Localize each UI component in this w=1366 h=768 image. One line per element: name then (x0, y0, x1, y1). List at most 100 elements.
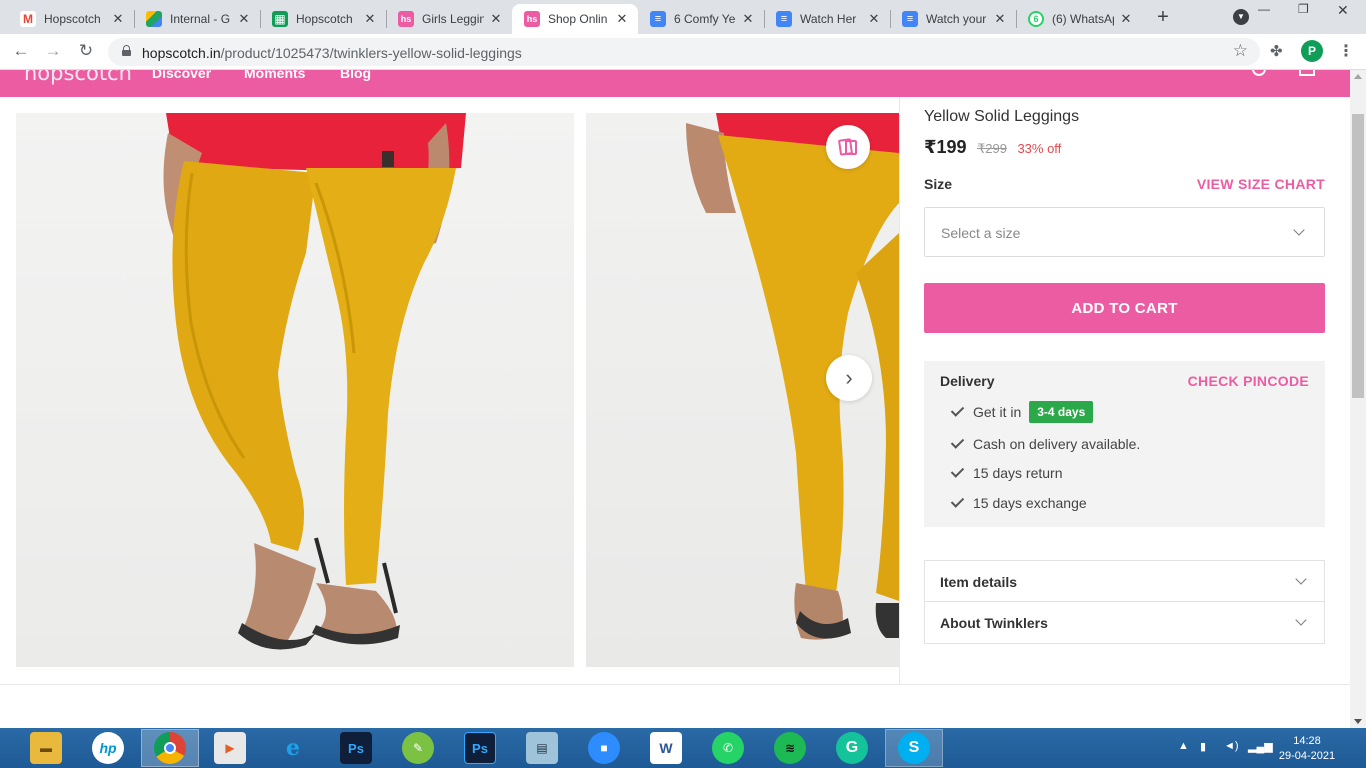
tab-8[interactable]: ≡ Watch your ✕ (882, 4, 1016, 34)
delivery-feature-row: 15 days return (950, 464, 1063, 481)
windows-taskbar: ▬ hp ▶ e Ps ✎ Ps ▤ ■ W ✆ ≋ G S ▲ ▮ ◄) ▂▄… (0, 728, 1366, 768)
accordion-item-details[interactable]: Item details (925, 561, 1324, 602)
product-title: Yellow Solid Leggings (924, 108, 1080, 125)
delivery-days-badge: 3-4 days (1029, 401, 1094, 423)
tab-label: Internal - G (170, 12, 231, 26)
zoom-icon[interactable]: ■ (588, 732, 620, 764)
url-path: /product/1025473/twinklers-yellow-solid-… (220, 45, 522, 61)
scroll-up-arrow-icon[interactable] (1354, 74, 1362, 79)
green-app-icon[interactable]: ✎ (402, 732, 434, 764)
google-drive-icon (146, 11, 162, 27)
url-text[interactable]: hopscotch.in/product/1025473/twinklers-y… (142, 45, 522, 61)
check-icon (950, 464, 965, 478)
internet-explorer-icon[interactable]: e (277, 732, 309, 764)
minimize-button[interactable]: — (1258, 2, 1270, 16)
tab-9[interactable]: 6 (6) WhatsAp ✕ (1008, 4, 1142, 34)
word-icon[interactable]: W (650, 732, 682, 764)
close-window-button[interactable]: ✕ (1337, 2, 1349, 19)
nav-moments[interactable]: Moments (244, 70, 305, 81)
close-tab-icon[interactable]: ✕ (362, 11, 378, 27)
divider (899, 97, 900, 685)
tab-4[interactable]: hs Girls Leggin ✕ (378, 4, 512, 34)
network-icon[interactable]: ▂▄▆ (1248, 740, 1273, 753)
search-icon[interactable] (1252, 70, 1266, 76)
original-price: ₹299 (977, 141, 1007, 156)
tab-7[interactable]: ≡ Watch Her ✕ (756, 4, 890, 34)
show-hidden-icons[interactable]: ▲ (1178, 740, 1189, 752)
delivery-feature-label: Cash on delivery available. (973, 436, 1141, 452)
tab-5-active[interactable]: hs Shop Onlin ✕ (512, 4, 638, 34)
extensions-icon[interactable]: ✤ (1270, 42, 1283, 60)
skype-icon[interactable]: S (898, 732, 930, 764)
tab-search-icon[interactable]: ▼ (1233, 9, 1249, 25)
nav-discover[interactable]: Discover (152, 70, 211, 81)
check-icon (950, 494, 965, 508)
accordion-label: Item details (940, 574, 1018, 590)
add-to-cart-button[interactable]: ADD TO CART (924, 283, 1325, 333)
close-tab-icon[interactable]: ✕ (740, 11, 756, 27)
address-bar[interactable]: hopscotch.in/product/1025473/twinklers-y… (108, 38, 1260, 66)
url-domain: hopscotch.in (142, 45, 221, 61)
tab-1[interactable]: M Hopscotch ✕ (0, 4, 134, 34)
tab-2[interactable]: Internal - G ✕ (126, 4, 260, 34)
hopscotch-icon: hs (524, 11, 540, 27)
close-tab-icon[interactable]: ✕ (1118, 11, 1134, 27)
next-image-button[interactable]: › (826, 355, 872, 401)
delivery-feature-row: Cash on delivery available. (950, 435, 1141, 452)
battery-icon[interactable]: ▮ (1200, 740, 1206, 753)
get-it-in-label: Get it in (973, 404, 1022, 420)
system-clock[interactable]: 14:28 29-04-2021 (1275, 734, 1339, 764)
hp-icon[interactable]: hp (92, 732, 124, 764)
tab-6[interactable]: ≡ 6 Comfy Ye ✕ (630, 4, 764, 34)
scroll-down-arrow-icon[interactable] (1354, 719, 1362, 724)
browser-tab-strip: M Hopscotch ✕ Internal - G ✕ ▦ Hopscotch… (0, 0, 1366, 34)
site-logo[interactable]: hopscotch (24, 70, 132, 85)
media-player-icon[interactable]: ▶ (214, 732, 246, 764)
notepad-icon[interactable]: ▤ (526, 732, 558, 764)
close-tab-icon[interactable]: ✕ (614, 11, 630, 27)
restore-button[interactable]: ❐ (1298, 2, 1309, 16)
profile-avatar[interactable]: P (1301, 40, 1323, 62)
bookmark-star-icon[interactable]: ☆ (1233, 41, 1248, 61)
spotify-icon[interactable]: ≋ (774, 732, 806, 764)
photoshop-icon[interactable]: Ps (340, 732, 372, 764)
tab-label: Shop Onlin (548, 12, 608, 26)
size-select[interactable]: Select a size (924, 207, 1325, 257)
tab-label: Hopscotch (44, 12, 101, 26)
scrollbar-thumb[interactable] (1352, 114, 1364, 398)
chrome-icon[interactable] (154, 732, 186, 764)
whatsapp-icon: 6 (1028, 11, 1044, 27)
nav-blog[interactable]: Blog (340, 70, 371, 81)
cart-icon[interactable] (1299, 70, 1315, 76)
clock-date: 29-04-2021 (1278, 750, 1336, 762)
wishlist-button[interactable] (826, 125, 870, 169)
back-icon[interactable]: ← (10, 41, 32, 61)
tab-label: Watch Her (800, 12, 857, 26)
price-row: ₹199 ₹299 33% off (924, 137, 1061, 158)
forward-icon[interactable]: → (42, 41, 64, 61)
chrome-menu-icon[interactable]: ⋮ (1338, 41, 1354, 61)
check-pincode-link[interactable]: CHECK PINCODE (1188, 373, 1309, 389)
close-tab-icon[interactable]: ✕ (488, 11, 504, 27)
reload-icon[interactable]: ↻ (75, 41, 97, 61)
close-tab-icon[interactable]: ✕ (110, 11, 126, 27)
product-photo-front (163, 113, 466, 650)
grammarly-icon[interactable]: G (836, 732, 868, 764)
delivery-feature-label: 15 days return (973, 465, 1063, 481)
volume-icon[interactable]: ◄) (1224, 740, 1239, 752)
file-explorer-icon[interactable]: ▬ (30, 732, 62, 764)
photoshop-icon[interactable]: Ps (464, 732, 496, 764)
whatsapp-icon[interactable]: ✆ (712, 732, 744, 764)
tab-3[interactable]: ▦ Hopscotch ✕ (252, 4, 386, 34)
close-tab-icon[interactable]: ✕ (992, 11, 1008, 27)
close-tab-icon[interactable]: ✕ (866, 11, 882, 27)
page-viewport: hopscotch Discover Moments Blog › Yellow… (0, 70, 1350, 728)
accordion-item-about-brand[interactable]: About Twinklers (925, 602, 1324, 643)
new-tab-button[interactable]: + (1153, 6, 1173, 29)
divider (0, 684, 1350, 685)
page-scrollbar[interactable] (1350, 70, 1366, 728)
close-tab-icon[interactable]: ✕ (236, 11, 252, 27)
product-image-1[interactable] (16, 113, 574, 667)
view-size-chart-link[interactable]: VIEW SIZE CHART (1197, 176, 1325, 192)
lock-icon (122, 45, 131, 56)
